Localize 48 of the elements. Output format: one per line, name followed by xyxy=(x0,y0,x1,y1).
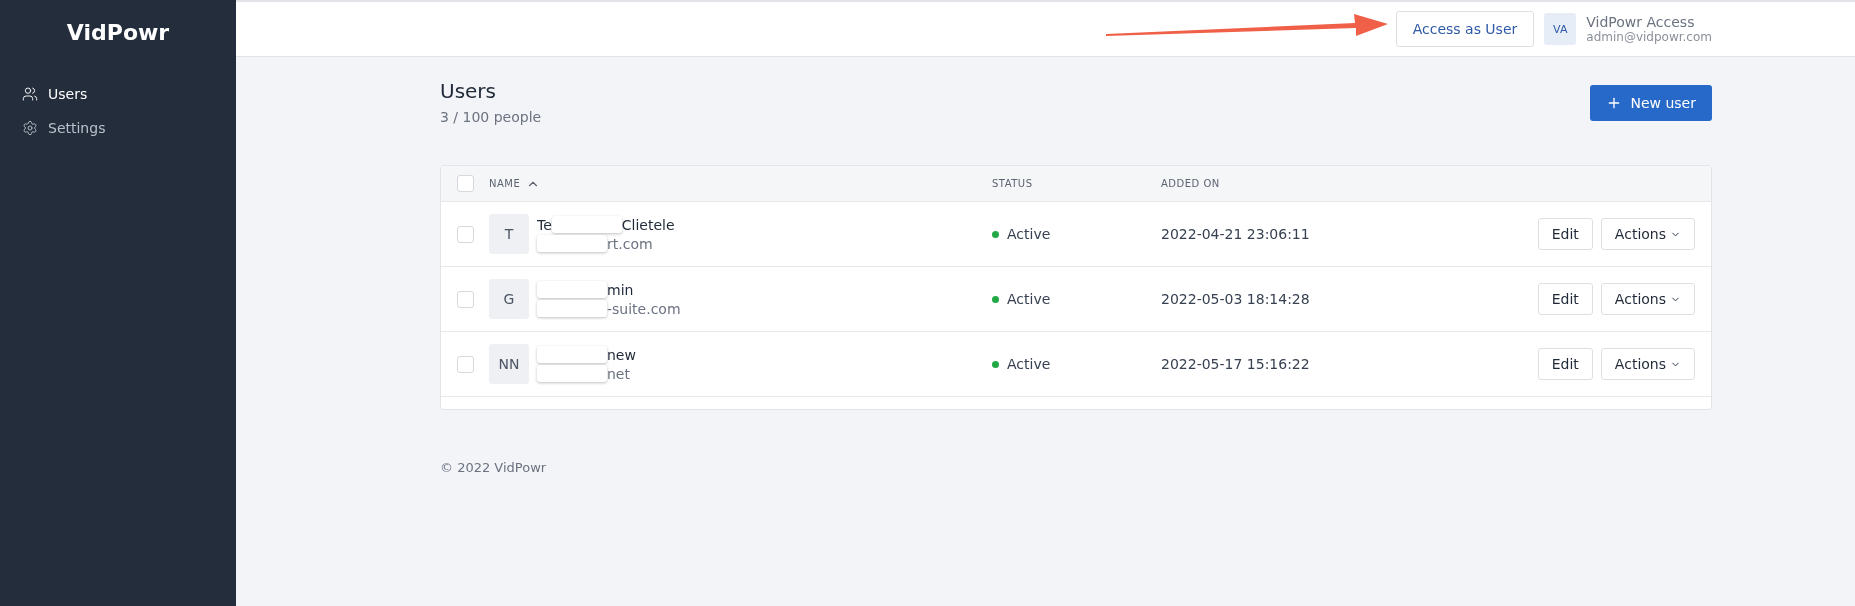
redaction-patch xyxy=(537,300,607,317)
select-all-checkbox[interactable] xyxy=(457,175,474,192)
user-name: new xyxy=(607,346,636,363)
user-name: Te xyxy=(537,216,552,233)
actions-button[interactable]: Actions xyxy=(1600,348,1695,380)
user-email: rt.com xyxy=(607,235,653,252)
new-user-button[interactable]: New user xyxy=(1590,85,1712,121)
status-text: Active xyxy=(1007,291,1051,307)
edit-button[interactable]: Edit xyxy=(1537,283,1593,315)
redaction-patch xyxy=(537,365,607,382)
column-header[interactable]: ADDED ON xyxy=(1161,178,1220,189)
added-date: 2022-05-17 15:16:22 xyxy=(1161,356,1311,372)
added-date: 2022-05-03 18:14:28 xyxy=(1161,291,1311,307)
sidebar-item[interactable]: Settings xyxy=(0,111,236,145)
account-name: VidPowr Access xyxy=(1586,14,1696,30)
account-avatar: VA xyxy=(1544,13,1577,45)
actions-button[interactable]: Actions xyxy=(1600,283,1695,315)
edit-button[interactable]: Edit xyxy=(1537,348,1593,380)
user-email: -suite.com xyxy=(607,300,681,317)
brand-logo: VidPowr xyxy=(65,20,171,45)
user-name: Clietele xyxy=(621,216,675,233)
user-name: min xyxy=(607,281,634,298)
actions-button[interactable]: Actions xyxy=(1600,218,1695,250)
added-date: 2022-04-21 23:06:11 xyxy=(1161,226,1311,242)
user-avatar: T xyxy=(489,214,529,254)
user-email: net xyxy=(607,365,630,382)
page-title: Users xyxy=(440,79,497,103)
status-text: Active xyxy=(1007,356,1051,372)
redaction-patch xyxy=(551,216,622,233)
account-email: admin@vidpowr.com xyxy=(1586,30,1712,44)
redaction-patch xyxy=(537,281,607,298)
redaction-patch xyxy=(537,235,607,252)
copyright: © 2022 VidPowr xyxy=(440,460,548,475)
column-header[interactable]: NAME xyxy=(489,178,521,189)
user-avatar: G xyxy=(489,279,529,319)
settings-icon xyxy=(22,120,38,136)
column-header[interactable]: STATUS xyxy=(992,178,1033,189)
row-checkbox[interactable] xyxy=(457,355,474,373)
row-checkbox[interactable] xyxy=(457,225,474,243)
sidebar-item[interactable]: Users xyxy=(0,77,236,111)
status-text: Active xyxy=(1007,226,1051,242)
users-icon xyxy=(22,86,38,102)
access-as-user-button[interactable]: Access as User xyxy=(1395,11,1535,47)
redaction-patch xyxy=(537,346,607,363)
edit-button[interactable]: Edit xyxy=(1537,218,1593,250)
people-count: 3 / 100 people xyxy=(440,109,542,125)
user-avatar: NN xyxy=(489,344,529,384)
row-checkbox[interactable] xyxy=(457,290,474,308)
